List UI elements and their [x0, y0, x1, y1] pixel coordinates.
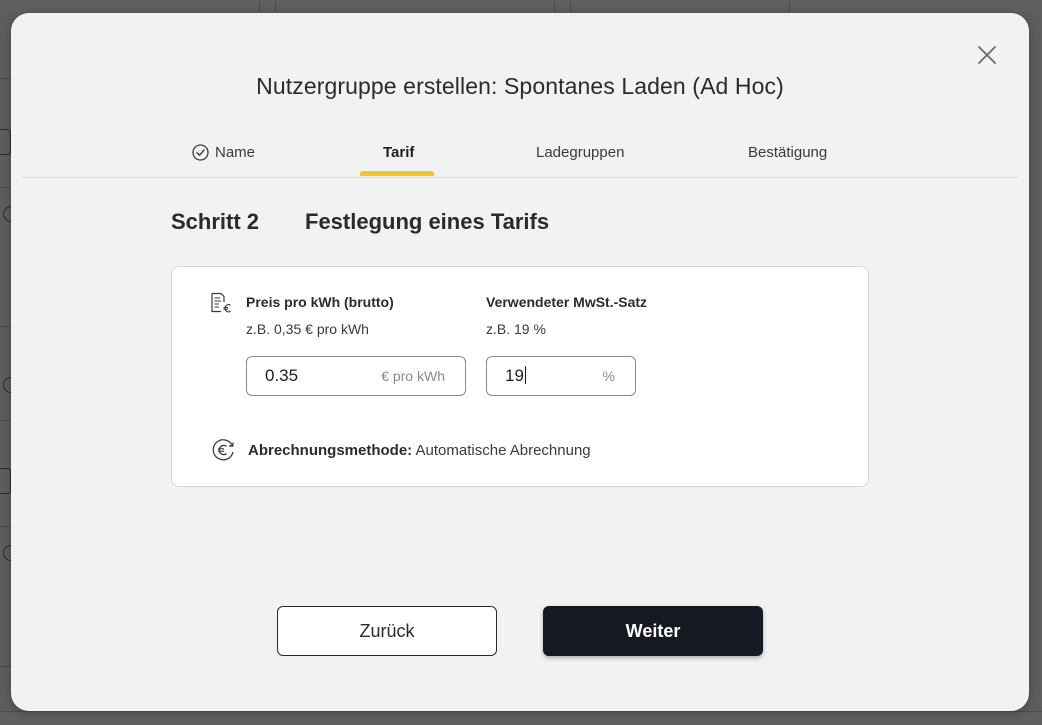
vat-value: 19: [505, 366, 524, 385]
tab-ladegruppen[interactable]: Ladegruppen: [536, 144, 624, 161]
vat-unit: %: [602, 368, 615, 384]
tariff-card: Preis pro kWh (brutto) z.B. 0,35 € pro k…: [171, 266, 869, 487]
vat-hint: z.B. 19 %: [486, 321, 546, 337]
check-circle-icon: [192, 144, 209, 161]
billing-method-label: Abrechnungsmethode:: [248, 442, 413, 459]
billing-method-value: Automatische Abrechnung: [415, 442, 591, 459]
background-divider: [554, 0, 555, 12]
vat-label: Verwendeter MwSt.-Satz: [486, 294, 648, 310]
tab-label: Name: [215, 144, 256, 161]
background-divider: [789, 0, 790, 12]
tab-label: Tarif: [383, 144, 415, 161]
background-divider: [275, 0, 276, 12]
create-user-group-dialog: Nutzergruppe erstellen: Spontanes Laden …: [11, 13, 1029, 711]
tab-label: Bestätigung: [748, 144, 828, 161]
dialog-title: Nutzergruppe erstellen: Spontanes Laden …: [256, 73, 784, 99]
back-button[interactable]: Zurück: [277, 606, 497, 656]
tab-bestaetigung[interactable]: Bestätigung: [748, 144, 827, 161]
tab-tarif[interactable]: Tarif: [383, 144, 414, 161]
step-title: Festlegung eines Tarifs: [305, 209, 550, 234]
price-label: Preis pro kWh (brutto): [246, 294, 394, 310]
billing-method: Abrechnungsmethode: Automatische Abrechn…: [248, 442, 591, 459]
price-value: 0.35: [265, 366, 299, 385]
tab-name[interactable]: Name: [192, 144, 255, 161]
close-icon: [978, 46, 996, 64]
close-button[interactable]: [977, 45, 997, 65]
step-tabs: Name Tarif Ladegruppen Bestätigung: [22, 137, 1018, 178]
background-header: [0, 0, 1042, 12]
text-cursor: [524, 366, 526, 384]
price-hint: z.B. 0,35 € pro kWh: [246, 321, 369, 337]
next-button[interactable]: Weiter: [543, 606, 763, 656]
active-tab-indicator: [360, 171, 434, 176]
vat-input[interactable]: 19 %: [486, 356, 636, 396]
background-divider: [570, 0, 571, 12]
background-chip: [0, 129, 11, 155]
price-input[interactable]: 0.35 € pro kWh: [246, 356, 466, 396]
background-chip: [0, 468, 11, 494]
step-number: Schritt 2: [171, 209, 260, 234]
tab-label: Ladegruppen: [536, 144, 625, 161]
price-unit: € pro kWh: [381, 368, 445, 384]
background-divider: [259, 0, 260, 12]
invoice-euro-icon: [211, 292, 231, 313]
vat-value-wrap: 19: [487, 366, 603, 386]
background-footer: [0, 711, 1042, 725]
euro-cycle-icon: [212, 439, 234, 461]
